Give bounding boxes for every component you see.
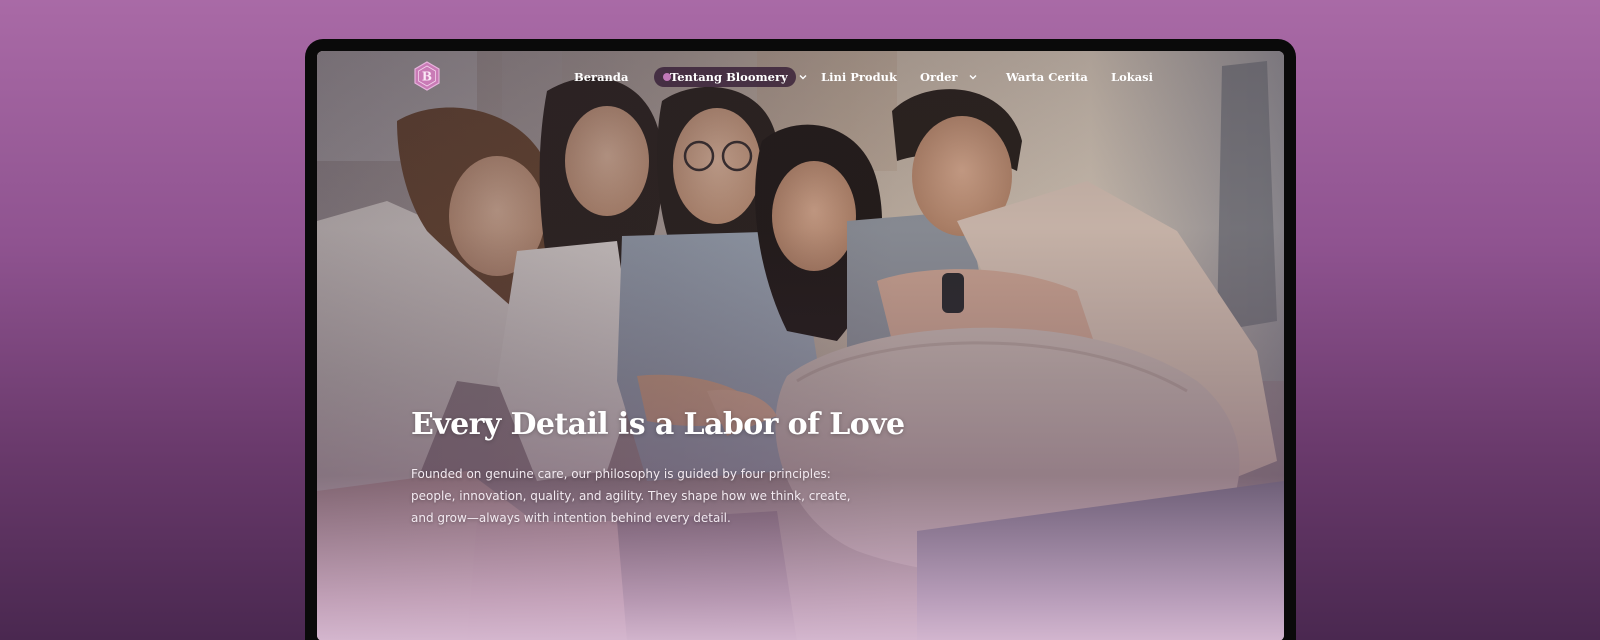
hero-description: Founded on genuine care, our philosophy … [411, 463, 851, 529]
nav-item-tentang-bloomery[interactable]: Tentang Bloomery [670, 67, 808, 87]
hero-title: Every Detail is a Labor of Love [411, 407, 905, 442]
browser-viewport: B Beranda Tentang Bloomery Lini Produk O [317, 51, 1284, 640]
nav-item-warta-cerita[interactable]: Warta Cerita [1006, 67, 1088, 87]
hero-description-line: people, innovation, quality, and agility… [411, 489, 851, 503]
nav-label: Tentang Bloomery [670, 70, 788, 84]
nav-label: Order [920, 70, 958, 84]
nav-item-beranda[interactable]: Beranda [574, 67, 628, 87]
main-navigation: Beranda Tentang Bloomery Lini Produk Ord… [317, 67, 1284, 87]
nav-label: Beranda [574, 70, 629, 84]
hero-description-line: and grow—always with intention behind ev… [411, 511, 731, 525]
chevron-down-icon [969, 75, 977, 80]
nav-label: Warta Cerita [1006, 70, 1088, 84]
nav-item-order[interactable]: Order [920, 67, 978, 87]
nav-item-lini-produk[interactable]: Lini Produk [821, 67, 897, 87]
hero-description-line: Founded on genuine care, our philosophy … [411, 467, 831, 481]
photo-overlay-gradient [317, 51, 1284, 640]
chevron-down-icon [799, 75, 807, 80]
device-frame: B Beranda Tentang Bloomery Lini Produk O [305, 39, 1296, 640]
nav-label: Lokasi [1111, 70, 1154, 84]
nav-item-lokasi[interactable]: Lokasi [1111, 67, 1153, 87]
nav-label: Lini Produk [821, 70, 897, 84]
